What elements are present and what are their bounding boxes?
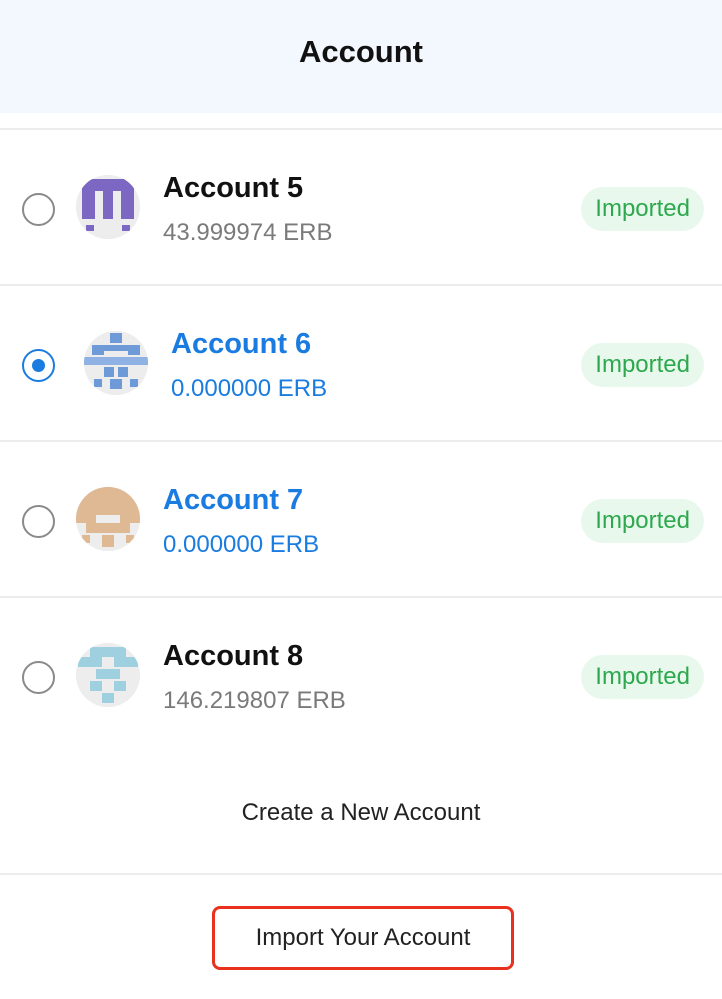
imported-badge: Imported — [581, 187, 704, 231]
create-new-account-button[interactable]: Create a New Account — [0, 752, 722, 875]
header-bar: Account — [0, 0, 722, 113]
radio-button[interactable] — [22, 505, 55, 538]
account-row-8[interactable]: Account 8 146.219807 ERB Imported — [0, 598, 722, 754]
account-avatar-icon — [84, 331, 148, 395]
imported-badge: Imported — [581, 499, 704, 543]
radio-button[interactable] — [22, 661, 55, 694]
account-name: Account 8 — [163, 640, 304, 672]
account-name: Account 6 — [171, 328, 312, 360]
account-row-5[interactable]: Account 5 43.999974 ERB Imported — [0, 130, 722, 286]
account-balance: 146.219807 ERB — [163, 687, 346, 714]
account-balance: 43.999974 ERB — [163, 219, 333, 246]
account-avatar-icon — [76, 487, 140, 551]
account-row-7[interactable]: Account 7 0.000000 ERB Imported — [0, 442, 722, 598]
account-avatar-icon — [76, 643, 140, 707]
account-balance: 0.000000 ERB — [171, 375, 328, 402]
radio-dot — [32, 359, 45, 372]
account-balance: 0.000000 ERB — [163, 531, 320, 558]
import-account-button[interactable]: Import Your Account — [212, 906, 514, 970]
account-list: Account 5 43.999974 ERB Imported Account… — [0, 128, 722, 754]
radio-button[interactable] — [22, 193, 55, 226]
page-title: Account — [299, 33, 423, 69]
imported-badge: Imported — [581, 343, 704, 387]
account-avatar-icon — [76, 175, 140, 239]
account-name: Account 5 — [163, 172, 304, 204]
radio-button-selected[interactable] — [22, 349, 55, 382]
account-row-6[interactable]: Account 6 0.000000 ERB Imported — [0, 286, 722, 442]
imported-badge: Imported — [581, 655, 704, 699]
account-name: Account 7 — [163, 484, 304, 516]
